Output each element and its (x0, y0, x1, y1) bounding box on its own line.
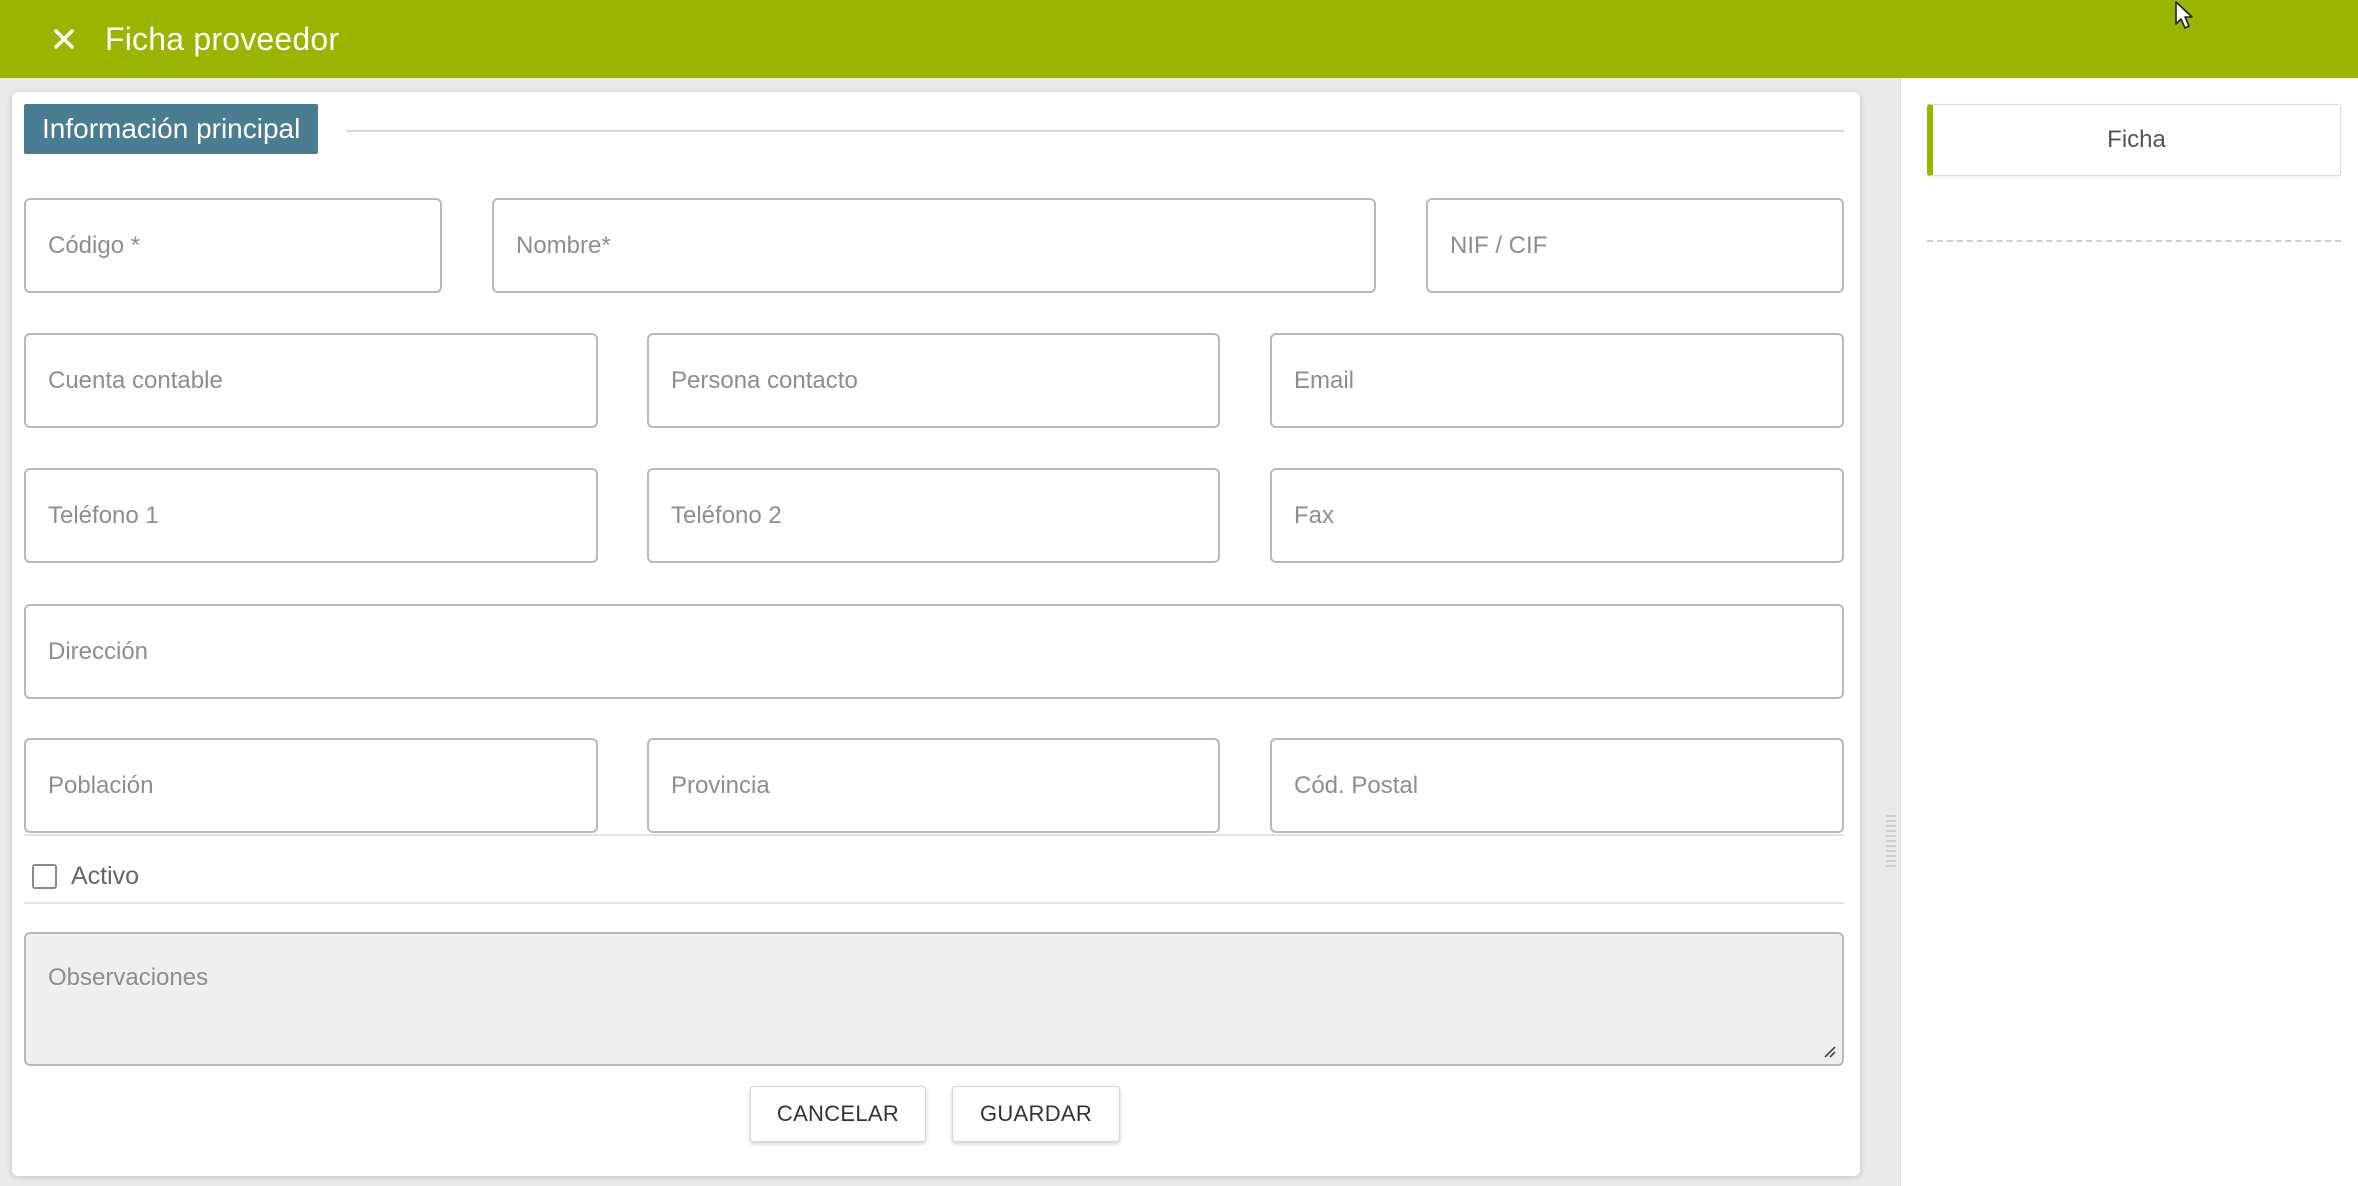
tab-ficha[interactable]: Ficha (1927, 104, 2341, 176)
activo-row: Activo (32, 862, 139, 891)
panel-splitter[interactable] (1886, 815, 1896, 867)
telefono2-input[interactable] (671, 470, 1218, 561)
form-card: Información principal Código * Nombre* N… (12, 92, 1860, 1176)
fax-input[interactable] (1294, 470, 1842, 561)
provincia-field[interactable] (647, 738, 1220, 833)
codigo-input[interactable] (48, 200, 440, 291)
provincia-input[interactable] (671, 740, 1218, 831)
activo-checkbox[interactable] (32, 864, 57, 889)
poblacion-field[interactable] (24, 738, 598, 833)
section-title: Información principal (24, 104, 319, 154)
telefono2-field[interactable] (647, 468, 1220, 563)
nif-input[interactable] (1450, 200, 1842, 291)
fax-field[interactable] (1270, 468, 1844, 563)
observaciones-textarea[interactable]: Observaciones (24, 932, 1844, 1066)
activo-label: Activo (71, 862, 140, 890)
poblacion-input[interactable] (48, 740, 596, 831)
persona-contacto-field[interactable] (647, 333, 1220, 428)
close-icon[interactable] (49, 24, 79, 54)
tab-ficha-label: Ficha (2107, 126, 2166, 153)
cod-postal-input[interactable] (1294, 740, 1842, 831)
persona-contacto-input[interactable] (671, 335, 1218, 426)
side-panel: Ficha (1900, 78, 2358, 1186)
divider (24, 834, 1844, 836)
email-field[interactable] (1270, 333, 1844, 428)
divider (24, 902, 1844, 904)
section-divider (346, 130, 1844, 132)
nombre-input[interactable] (516, 200, 1374, 291)
cod-postal-field[interactable] (1270, 738, 1844, 833)
telefono1-input[interactable] (48, 470, 596, 561)
direccion-input[interactable] (48, 606, 1842, 697)
email-input[interactable] (1294, 335, 1842, 426)
mouse-cursor-icon (2175, 1, 2193, 29)
window-title: Ficha proveedor (105, 20, 340, 57)
direccion-field[interactable] (24, 604, 1844, 699)
cuenta-contable-field[interactable] (24, 333, 598, 428)
observaciones-placeholder: Observaciones (48, 964, 209, 991)
telefono1-field[interactable] (24, 468, 598, 563)
codigo-field[interactable] (24, 198, 442, 293)
resize-grip-icon[interactable] (1820, 1042, 1836, 1058)
side-divider (1927, 240, 2341, 242)
title-bar: Ficha proveedor (0, 0, 2358, 78)
nif-field[interactable] (1426, 198, 1844, 293)
nombre-field[interactable] (492, 198, 1376, 293)
save-button[interactable]: GUARDAR (952, 1086, 1120, 1142)
cancel-button[interactable]: CANCELAR (750, 1086, 926, 1142)
cuenta-contable-input[interactable] (48, 335, 596, 426)
